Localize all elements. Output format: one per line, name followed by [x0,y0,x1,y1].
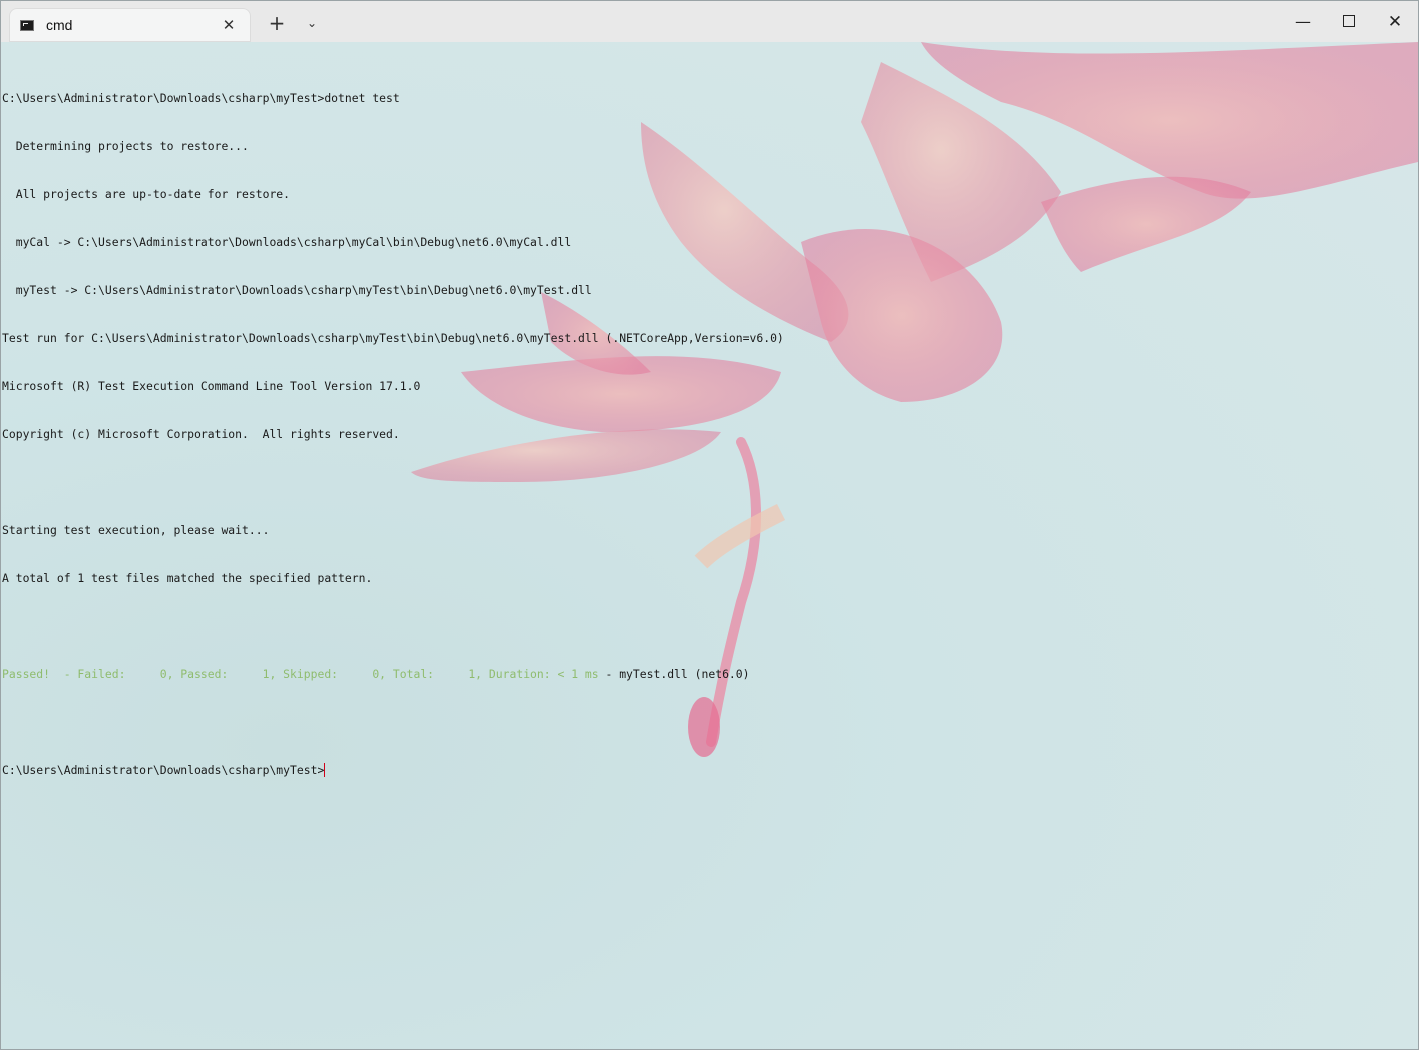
text-cursor [324,763,326,777]
maximize-button[interactable] [1326,7,1372,37]
test-passed-summary: Passed! - Failed: 0, Passed: 1, Skipped:… [2,667,599,681]
minimize-button[interactable]: — [1280,7,1326,37]
test-result-line: Passed! - Failed: 0, Passed: 1, Skipped:… [2,666,784,682]
command-prompt: C:\Users\Administrator\Downloads\csharp\… [2,763,325,777]
chevron-down-icon[interactable]: ⌄ [298,11,326,35]
console-line: Starting test execution, please wait... [2,523,270,537]
console-line: Determining projects to restore... [2,139,249,153]
prompt-line[interactable]: C:\Users\Administrator\Downloads\csharp\… [2,762,784,778]
console-output: C:\Users\Administrator\Downloads\csharp\… [2,58,784,810]
console-line: Test run for C:\Users\Administrator\Down… [2,331,784,345]
console-line: C:\Users\Administrator\Downloads\csharp\… [2,91,400,105]
console-line: myCal -> C:\Users\Administrator\Download… [2,235,572,249]
console-line: A total of 1 test files matched the spec… [2,571,373,585]
terminal-area[interactable]: C:\Users\Administrator\Downloads\csharp\… [1,42,1418,1049]
cmd-icon [20,20,34,31]
new-tab-button[interactable]: + [263,11,291,35]
tab-close-icon[interactable]: ✕ [220,16,238,34]
title-bar: cmd ✕ + ⌄ — ✕ [1,1,1418,42]
console-line: All projects are up-to-date for restore. [2,187,291,201]
console-line: Microsoft (R) Test Execution Command Lin… [2,379,421,393]
maximize-icon [1343,15,1355,27]
terminal-window: cmd ✕ + ⌄ — ✕ C:\Users\Administrator\Dow… [0,0,1419,1050]
close-button[interactable]: ✕ [1372,7,1418,37]
console-line: myTest -> C:\Users\Administrator\Downloa… [2,283,592,297]
test-assembly-info: - myTest.dll (net6.0) [598,667,750,681]
console-line: Copyright (c) Microsoft Corporation. All… [2,427,400,441]
tab-title: cmd [46,17,73,33]
tab-cmd[interactable]: cmd ✕ [9,8,251,42]
